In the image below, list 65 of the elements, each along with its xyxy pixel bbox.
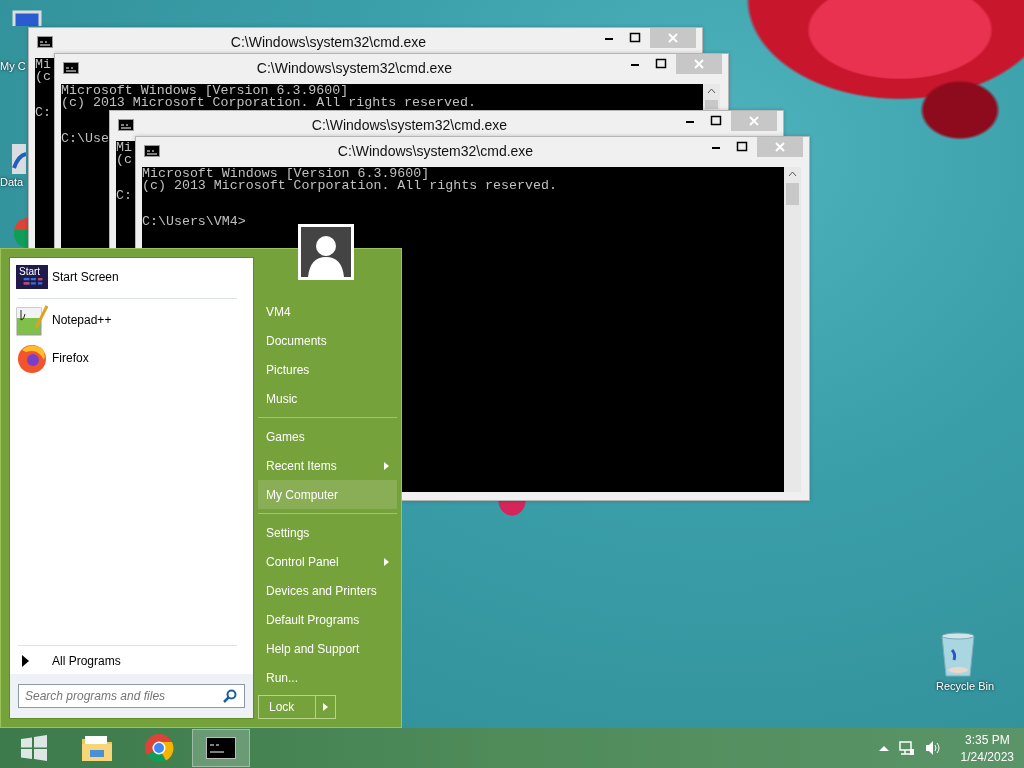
firefox-icon <box>16 342 48 374</box>
start-screen-icon: Start <box>16 265 48 289</box>
windows-logo-icon[interactable] <box>20 735 48 761</box>
volume-icon[interactable] <box>924 740 941 756</box>
start-menu-link[interactable]: Devices and Printers <box>258 576 397 605</box>
start-menu-link[interactable]: Control Panel <box>258 547 397 576</box>
scrollbar-thumb[interactable] <box>705 100 718 109</box>
start-menu-link[interactable]: Help and Support <box>258 634 397 663</box>
start-menu-link[interactable]: Pictures <box>258 355 397 384</box>
console-text: Mi <box>35 59 51 71</box>
console-text: Microsoft Windows [Version 6.3.9600] <box>61 85 349 97</box>
console-prompt: C:\Users\VM4> <box>142 216 246 228</box>
console-icon <box>118 119 134 131</box>
window-title: C:\Windows\system32\cmd.exe <box>255 60 454 76</box>
start-menu-link[interactable]: My Computer <box>258 480 397 509</box>
program-item[interactable]: Firefox <box>10 339 253 377</box>
notepad-icon <box>16 304 48 336</box>
console-text: (c) 2013 Microsoft Corporation. All rights reserved. <box>142 180 557 192</box>
console-text: (c <box>116 154 132 166</box>
triangle-icon <box>22 655 30 667</box>
start-menu-link[interactable]: Default Programs <box>258 605 397 634</box>
window-title: C:\Windows\system32\cmd.exe <box>310 117 509 133</box>
console-icon <box>206 737 236 759</box>
start-menu-link[interactable]: Recent Items <box>258 451 397 480</box>
show-hidden-icons-button[interactable] <box>878 745 889 751</box>
desktop-icon-label[interactable]: My C <box>0 60 26 72</box>
console-prompt: C:\Use <box>61 133 109 145</box>
network-icon[interactable] <box>898 740 915 756</box>
start-menu-link[interactable]: Games <box>258 422 397 451</box>
console-text: (c) 2013 Microsoft Corporation. All rights reserved. <box>61 97 476 109</box>
console-prompt: C: <box>116 190 132 202</box>
window-title: C:\Windows\system32\cmd.exe <box>336 143 535 159</box>
console-icon <box>63 62 79 74</box>
scrollbar-thumb[interactable] <box>786 183 799 205</box>
folder-icon <box>81 734 113 762</box>
start-menu-link[interactable]: Settings <box>258 518 397 547</box>
taskbar-app[interactable] <box>192 729 250 767</box>
scrollbar[interactable] <box>784 167 801 492</box>
console-icon <box>144 145 160 157</box>
window-title: C:\Windows\system32\cmd.exe <box>229 34 428 50</box>
start-menu-link[interactable]: Music <box>258 384 397 413</box>
search-icon <box>223 689 237 703</box>
start-menu-link[interactable]: VM4 <box>258 297 397 326</box>
user-avatar[interactable] <box>298 224 354 280</box>
chrome-icon <box>144 733 174 763</box>
all-programs-item[interactable]: All Programs <box>10 648 253 674</box>
submenu-arrow-icon <box>384 461 389 470</box>
lock-button[interactable]: Lock <box>258 695 316 719</box>
program-item[interactable]: Notepad++ <box>10 301 253 339</box>
console-text: (c <box>35 71 51 83</box>
console-icon <box>37 36 53 48</box>
clock-date[interactable]: 1/24/2023 <box>960 749 1014 764</box>
caret-icon <box>323 703 328 711</box>
desktop-icon-label[interactable]: Recycle Bin <box>936 680 995 692</box>
desktop-icon-label[interactable]: Data <box>0 176 24 188</box>
console-prompt: C: <box>35 107 51 119</box>
clock-time[interactable]: 3:35 PM <box>964 732 1010 747</box>
start-menu-link[interactable]: Documents <box>258 326 397 355</box>
console-text: Microsoft Windows [Version 6.3.9600] <box>142 168 430 180</box>
start-menu-link[interactable]: Run... <box>258 663 397 692</box>
power-options-button[interactable] <box>316 695 336 719</box>
search-field[interactable]: Search programs and files <box>18 684 245 708</box>
console-text: Mi <box>116 142 132 154</box>
submenu-arrow-icon <box>384 557 389 566</box>
program-item[interactable]: Start Start Screen <box>10 258 253 296</box>
